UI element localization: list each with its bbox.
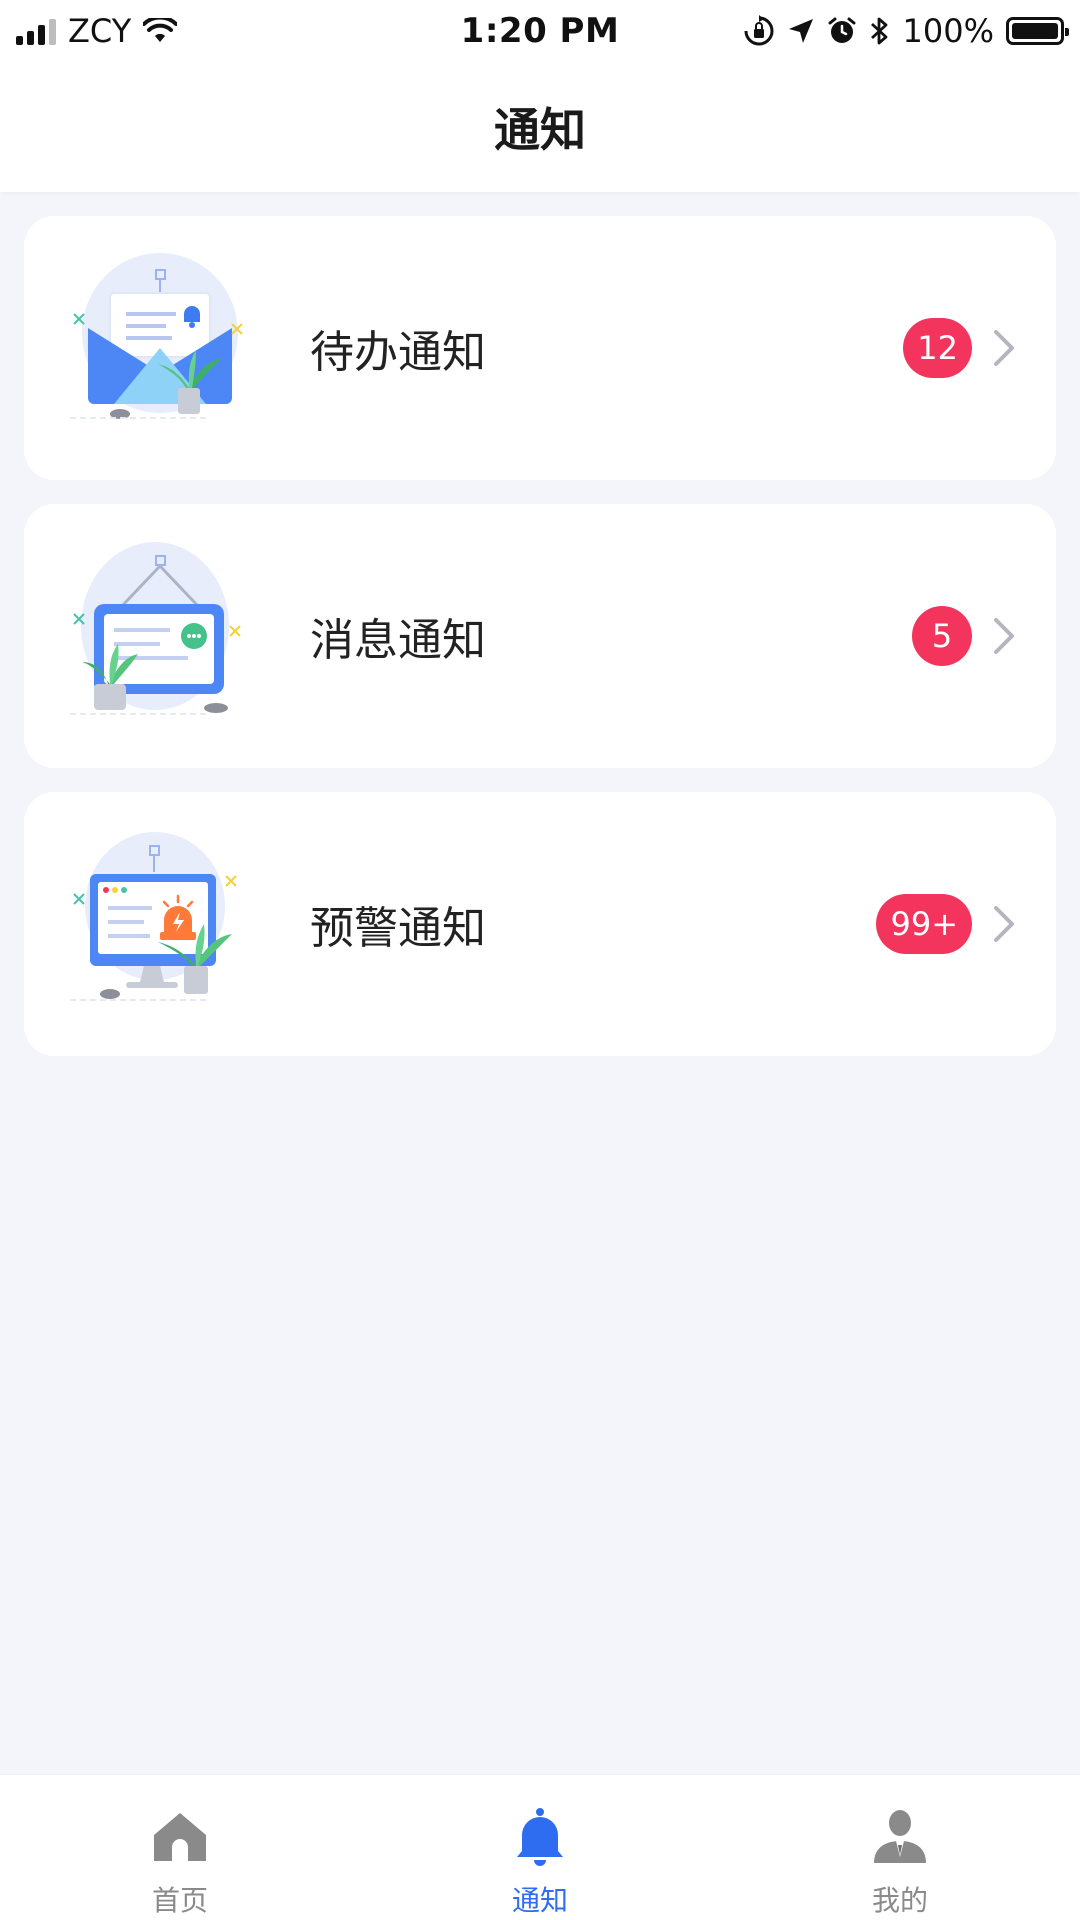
unread-count-badge: 12: [903, 318, 972, 378]
tab-home[interactable]: 首页: [0, 1775, 360, 1920]
tab-label: 首页: [151, 1884, 208, 1917]
bottom-tab-bar: 首页 通知 我的: [0, 1774, 1080, 1920]
tab-label: 通知: [511, 1884, 568, 1917]
carrier-name: ZCY: [68, 12, 132, 50]
chevron-right-icon: [994, 618, 1014, 654]
card-label: 预警通知: [310, 903, 486, 954]
unread-count-badge: 5: [912, 606, 972, 666]
alarm-monitor-illustration: [60, 824, 260, 1024]
card-label: 消息通知: [310, 615, 486, 666]
location-arrow-icon: [788, 19, 813, 43]
tab-notifications[interactable]: 通知: [360, 1775, 720, 1920]
alarm-icon: [828, 17, 855, 43]
rotation-lock-icon: [744, 15, 773, 46]
home-icon: [154, 1813, 206, 1861]
chevron-right-icon: [994, 906, 1014, 942]
status-right: 100%: [704, 12, 1069, 50]
wifi-icon: [143, 18, 178, 42]
unread-count-badge: 99+: [876, 894, 972, 954]
card-label: 待办通知: [310, 327, 486, 378]
mail-envelope-illustration: [60, 248, 260, 448]
battery-icon: [1005, 17, 1069, 45]
status-left: ZCY: [16, 12, 376, 50]
bluetooth-icon: [870, 17, 887, 45]
page-title: 通知: [494, 103, 586, 157]
bell-icon: [517, 1808, 563, 1866]
tab-profile[interactable]: 我的: [720, 1775, 1080, 1920]
status-bar: ZCY 1:20 PM 100%: [0, 0, 1080, 62]
nav-header: 通知: [0, 62, 1080, 192]
todo-notification-card[interactable]: 待办通知 12: [24, 216, 1056, 480]
battery-percent: 100%: [902, 12, 994, 50]
status-time: 1:20 PM: [460, 11, 620, 51]
chevron-right-icon: [994, 330, 1014, 366]
signal-icon: [16, 17, 56, 45]
message-board-illustration: [60, 536, 260, 736]
message-notification-card[interactable]: 消息通知 5: [24, 504, 1056, 768]
user-icon: [874, 1810, 926, 1863]
warning-notification-card[interactable]: 预警通知 99+: [24, 792, 1056, 1056]
notification-list: 待办通知 12 消息通知 5 预警通知 99+: [24, 216, 1056, 1080]
tab-label: 我的: [871, 1884, 928, 1917]
app-screen: ZCY 1:20 PM 100% 通知 待办通知 12 消息通知 5 预警通知 …: [0, 0, 1080, 1920]
